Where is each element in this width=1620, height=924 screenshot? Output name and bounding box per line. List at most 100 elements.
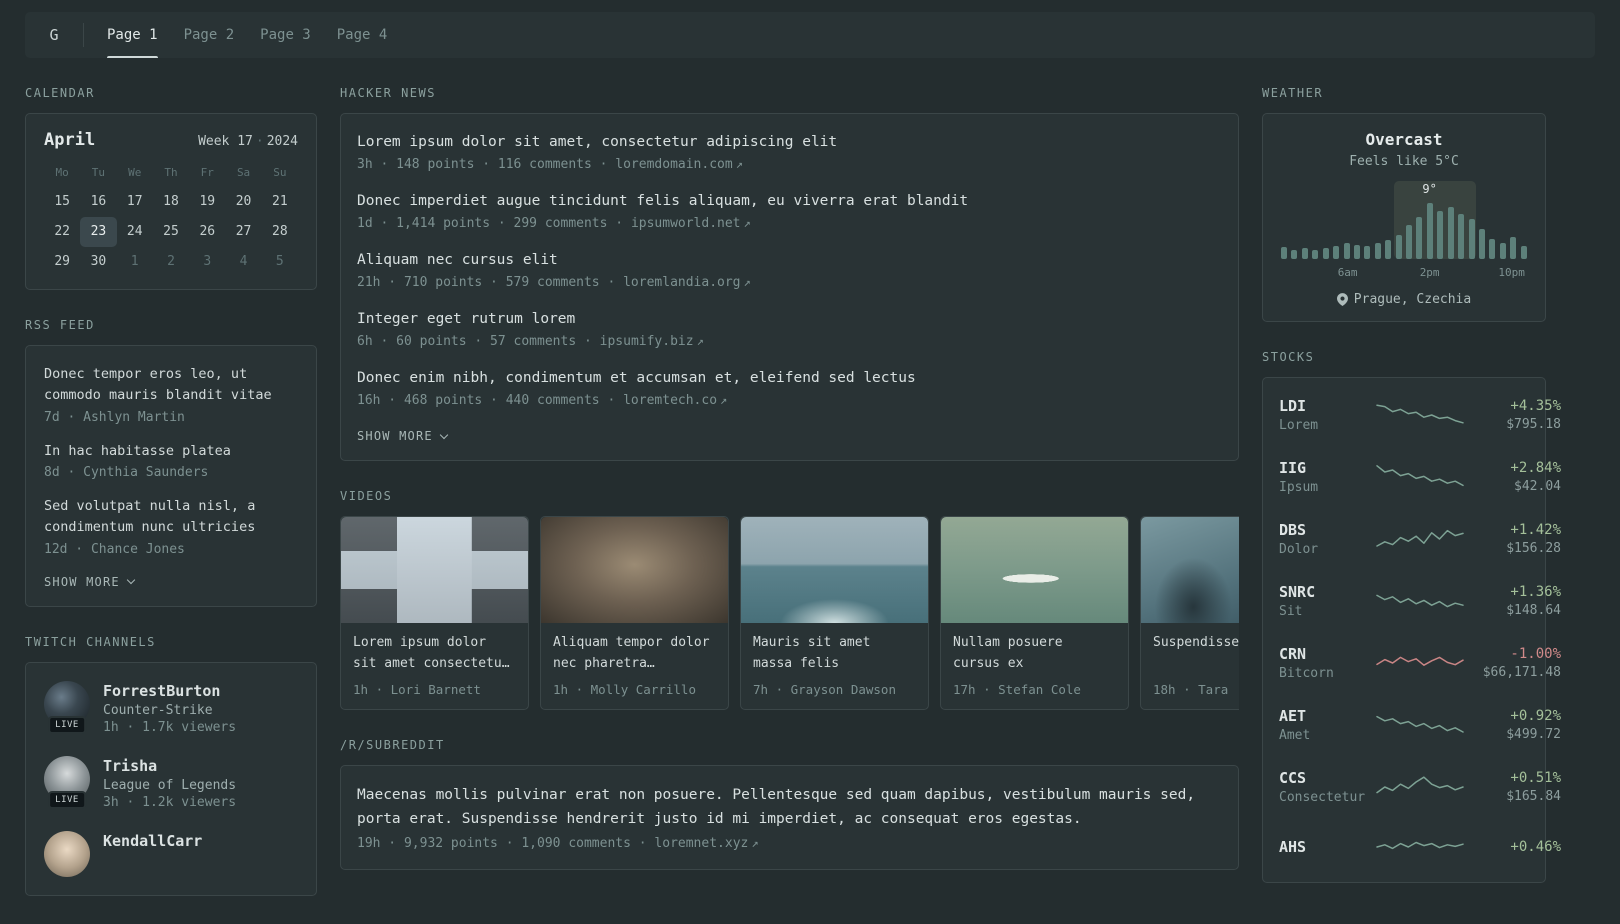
news-domain-link[interactable]: loremdomain.com [615,157,732,172]
news-meta-text: 3h · 148 points · 116 comments · [357,157,616,173]
video-thumbnail [1141,517,1239,624]
video-meta: 7h · Grayson Dawson [753,682,896,698]
calendar-day[interactable]: 25 [153,217,189,247]
rss-item-title: Donec tempor eros leo, ut commodo mauris… [44,366,272,404]
news-domain-link[interactable]: ipsumify.biz [600,334,694,349]
calendar-day-header: We [128,166,142,179]
video-card-body: Aliquam tempor dolor nec pharetra… 1h · M… [541,623,728,709]
weather-time-label: 6am [1337,266,1358,279]
weather-feels-like: Feels like 5°C [1349,154,1459,169]
calendar-day[interactable]: 18 [153,187,189,217]
calendar-day[interactable]: 30 [80,247,116,277]
video-card[interactable]: Aliquam tempor dolor nec pharetra… 1h · M… [540,516,729,711]
stock-row[interactable]: DBS Dolor +1.42% $156.28 [1279,508,1561,570]
calendar-day[interactable]: 17 [117,187,153,217]
news-item-title[interactable]: Lorem ipsum dolor sit amet, consectetur … [357,132,1222,153]
external-link-icon: ↗ [743,216,751,231]
week-number: Week 17 [198,134,253,149]
post-body[interactable]: Maecenas mollis pulvinar erat non posuer… [357,784,1222,832]
calendar-day[interactable]: 2 [153,247,189,277]
calendar-card: April Week 17 · 2024 Mo Tu We Th Fr Sa Su 15 16 17… [25,113,317,290]
stock-values: -1.00% $66,171.48 [1465,646,1561,680]
stock-row[interactable]: CRN Bitcorn -1.00% $66,171.48 [1279,632,1561,694]
stock-values: +2.84% $42.04 [1465,460,1561,494]
twitch-avatar-wrap [44,830,90,877]
post-domain-link[interactable]: loremnet.xyz [654,836,748,851]
news-item-title[interactable]: Aliquam nec cursus elit [357,250,1222,271]
twitch-channel-info: ForrestBurton Counter-Strike 1h · 1.7k vie… [103,681,236,735]
twitch-channel-row[interactable]: LIVE ForrestBurton Counter-Strike 1h · 1.7k… [44,680,298,735]
show-more-label: SHOW MORE [357,429,433,444]
app-logo[interactable]: G [25,26,83,44]
calendar-day[interactable]: 16 [80,187,116,217]
channel-game: Counter-Strike [103,702,213,718]
stock-price: $165.84 [1506,789,1561,804]
calendar-day[interactable]: 15 [44,187,80,217]
rss-item[interactable]: Sed volutpat nulla nisl, a condimentum n… [44,496,298,557]
video-card[interactable]: Lorem ipsum dolor sit amet consectetu… 1h… [340,516,529,711]
weather-time-label: 10pm [1498,266,1525,279]
stock-price: $795.18 [1506,417,1561,432]
video-card[interactable]: Mauris sit amet massa felis 7h · Grayson … [740,516,929,711]
weather-bar [1291,250,1298,259]
stock-name: Ipsum [1279,480,1319,495]
calendar-day[interactable]: 27 [225,217,261,247]
stock-row[interactable]: SNRC Sit +1.36% $148.64 [1279,570,1561,632]
stock-sparkline [1375,709,1465,741]
stock-row[interactable]: CCS Consectetur +0.51% $165.84 [1279,756,1561,818]
video-card-body: Suspendisse diam 18h · Tara [1141,623,1239,709]
rss-item[interactable]: In hac habitasse platea 8d · Cynthia Saun… [44,441,298,480]
tab-page-2[interactable]: Page 2 [184,12,235,58]
tab-page-1[interactable]: Page 1 [107,12,158,58]
top-nav: G Page 1 Page 2 Page 3 Page 4 [25,12,1595,58]
video-card[interactable]: Nullam posuere cursus ex 17h · Stefan Col… [940,516,1129,711]
calendar-year: 2024 [266,134,298,149]
weather-bar [1312,250,1319,259]
stock-change: +0.51% [1510,770,1561,786]
news-meta-text: 6h · 60 points · 57 comments · [357,334,600,350]
calendar-day[interactable]: 20 [225,187,261,217]
news-item-title[interactable]: Donec imperdiet augue tincidunt felis al… [357,191,1222,212]
twitch-channel-row[interactable]: LIVE Trisha League of Legends 3h · 1.2k vie… [44,755,298,810]
stock-ticker: AET [1279,707,1307,725]
stock-identity: CRN Bitcorn [1279,645,1375,681]
tab-page-4[interactable]: Page 4 [337,12,388,58]
rss-item-title: In hac habitasse platea [44,442,231,459]
stock-row[interactable]: AET Amet +0.92% $499.72 [1279,694,1561,756]
calendar-day[interactable]: 21 [262,187,298,217]
stock-row[interactable]: LDI Lorem +4.35% $795.18 [1279,384,1561,446]
calendar-day[interactable]: 26 [189,217,225,247]
calendar-day[interactable]: 19 [189,187,225,217]
calendar-day[interactable]: 24 [117,217,153,247]
weather-location[interactable]: Prague, Czechia [1281,292,1527,307]
calendar-day[interactable]: 1 [117,247,153,277]
news-domain-link[interactable]: ipsumworld.net [631,216,741,231]
hackernews-item: Integer eget rutrum lorem 6h · 60 points … [357,309,1222,349]
calendar-day[interactable]: 4 [225,247,261,277]
stock-row[interactable]: IIG Ipsum +2.84% $42.04 [1279,446,1561,508]
hackernews-show-more-button[interactable]: SHOW MORE [357,429,449,444]
stock-ticker: SNRC [1279,583,1316,601]
live-badge: LIVE [48,790,86,809]
video-card[interactable]: Suspendisse diam 18h · Tara [1140,516,1239,711]
calendar-day[interactable]: 29 [44,247,80,277]
rss-item[interactable]: Donec tempor eros leo, ut commodo mauris… [44,364,298,425]
calendar-day[interactable]: 28 [262,217,298,247]
tab-page-3[interactable]: Page 3 [260,12,311,58]
video-card-body: Lorem ipsum dolor sit amet consectetu… 1h… [341,623,528,709]
calendar-day-selected[interactable]: 23 [80,217,117,247]
twitch-channel-row[interactable]: KendallCarr [44,830,298,877]
calendar-day[interactable]: 22 [44,217,80,247]
chevron-down-icon [126,575,136,585]
stock-row[interactable]: AHS +0.46% [1279,818,1561,876]
news-domain-link[interactable]: loremtech.co [623,393,717,408]
news-item-title[interactable]: Integer eget rutrum lorem [357,309,1222,330]
rss-show-more-button[interactable]: SHOW MORE [44,575,136,589]
calendar-day[interactable]: 5 [262,247,298,277]
news-item-title[interactable]: Donec enim nibh, condimentum et accumsan… [357,368,1222,389]
video-thumbnail [741,517,928,624]
stocks-list: LDI Lorem +4.35% $795.18 IIG Ipsum +2.84% $42.0… [1279,384,1561,876]
news-domain-link[interactable]: loremlandia.org [623,275,740,290]
calendar-day[interactable]: 3 [189,247,225,277]
twitch-avatar-wrap: LIVE [44,755,90,809]
